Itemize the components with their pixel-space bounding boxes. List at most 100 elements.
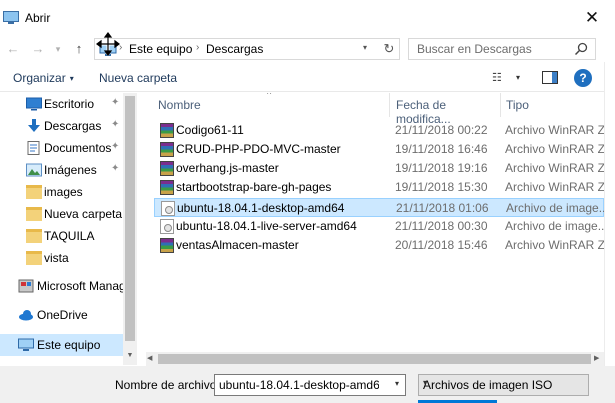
cloud-icon xyxy=(19,310,33,321)
sidebar-item-nueva-carpeta[interactable]: Nueva carpeta (2 xyxy=(0,203,124,225)
navigation-pane: Escritorio ✦ Descargas ✦ Documentos ✦ Im… xyxy=(0,93,136,363)
file-row[interactable]: ventasAlmacen-master 20/11/2018 15:46 Ar… xyxy=(154,236,604,255)
sidebar-item-este-equipo[interactable]: Este equipo xyxy=(0,334,124,356)
file-row[interactable]: startbootstrap-bare-gh-pages 19/11/2018 … xyxy=(154,178,604,197)
pin-icon: ✦ xyxy=(111,97,120,108)
file-name: ubuntu-18.04.1-desktop-amd64 xyxy=(177,201,345,215)
chevron-down-icon: ▾ xyxy=(423,378,428,387)
column-header-date[interactable]: Fecha de modifica... xyxy=(390,93,500,126)
sidebar-item-label: images xyxy=(44,185,83,199)
forward-button[interactable]: → xyxy=(29,39,47,59)
desktop-icon xyxy=(26,97,42,111)
sidebar-item-label: Escritorio xyxy=(44,97,95,111)
preview-pane-icon[interactable] xyxy=(542,71,558,84)
sidebar-item-documentos[interactable]: Documentos ✦ xyxy=(0,137,124,159)
sidebar-item-label: OneDrive xyxy=(37,308,88,322)
file-name: startbootstrap-bare-gh-pages xyxy=(176,180,332,194)
file-row[interactable]: ubuntu-18.04.1-live-server-amd64 21/11/2… xyxy=(154,217,604,236)
search-icon[interactable] xyxy=(574,42,588,56)
pin-icon: ✦ xyxy=(111,163,120,174)
sidebar-item-microsoft-manage[interactable]: Microsoft Manage xyxy=(0,275,124,297)
folder-icon xyxy=(26,207,42,221)
recent-locations-button[interactable]: ▾ xyxy=(52,39,64,59)
sidebar-item-taquila[interactable]: TAQUILA xyxy=(0,225,124,247)
chevron-down-icon[interactable]: ▾ xyxy=(516,73,520,82)
file-row[interactable]: overhang.js-master 19/11/2018 19:16 Arch… xyxy=(154,159,604,178)
up-button[interactable]: ↑ xyxy=(70,39,88,59)
chevron-down-icon[interactable]: ▾ xyxy=(395,379,399,388)
file-date: 21/11/2018 00:30 xyxy=(395,219,488,233)
address-bar[interactable]: › Este equipo › Descargas ▾ ↻ xyxy=(94,38,400,60)
close-button[interactable]: ✕ xyxy=(578,6,606,30)
sidebar-item-label: Nueva carpeta (2 xyxy=(44,207,124,221)
file-type: Archivo WinRAR Z xyxy=(505,161,604,175)
sidebar-item-escritorio[interactable]: Escritorio ✦ xyxy=(0,93,124,115)
sidebar-item-label: vista xyxy=(44,251,69,265)
scroll-right-icon[interactable]: ▶ xyxy=(594,354,599,362)
file-type: Archivo WinRAR Z xyxy=(505,123,604,137)
folder-icon xyxy=(26,229,42,243)
sidebar-item-images[interactable]: images xyxy=(0,181,124,203)
sidebar-item-label: Documentos xyxy=(44,141,112,155)
organize-label: Organizar xyxy=(13,71,66,85)
organize-button[interactable]: Organizar ▾ xyxy=(13,71,74,85)
pin-icon: ✦ xyxy=(111,119,120,130)
address-history-chevron-icon[interactable]: ▾ xyxy=(363,43,367,52)
column-header-type[interactable]: Tipo xyxy=(501,93,604,117)
office-icon xyxy=(18,279,34,293)
winrar-icon xyxy=(160,142,174,157)
file-row[interactable]: Codigo61-11 21/11/2018 00:22 Archivo Win… xyxy=(154,121,604,140)
filename-bar: Nombre de archivo: ▾ Archivos de imagen … xyxy=(0,366,615,403)
breadcrumb-separator-icon: › xyxy=(196,42,200,53)
move-cursor-icon xyxy=(96,32,120,56)
search-placeholder: Buscar en Descargas xyxy=(417,42,532,56)
file-type: Archivo WinRAR Z xyxy=(505,238,604,252)
file-row-selected[interactable]: ubuntu-18.04.1-desktop-amd64 21/11/2018 … xyxy=(154,198,604,217)
file-name: ventasAlmacen-master xyxy=(176,238,299,252)
file-type: Archivo WinRAR Z xyxy=(505,142,604,156)
navigation-scrollbar-thumb[interactable] xyxy=(125,96,135,341)
sidebar-item-onedrive[interactable]: OneDrive xyxy=(0,304,124,326)
computer-icon xyxy=(18,338,34,351)
download-arrow-icon xyxy=(28,119,40,132)
help-icon[interactable]: ? xyxy=(574,69,592,87)
folder-icon xyxy=(26,185,42,199)
file-date: 19/11/2018 15:30 xyxy=(395,180,488,194)
file-date: 20/11/2018 15:46 xyxy=(395,238,488,252)
pin-icon: ✦ xyxy=(111,141,120,152)
sidebar-item-vista[interactable]: vista xyxy=(0,247,124,269)
file-date: 21/11/2018 00:22 xyxy=(395,123,488,137)
breadcrumb-este-equipo[interactable]: Este equipo xyxy=(129,42,192,56)
file-date: 19/11/2018 16:46 xyxy=(395,142,488,156)
file-type: Archivo WinRAR Z xyxy=(505,180,604,194)
sidebar-item-descargas[interactable]: Descargas ✦ xyxy=(0,115,124,137)
winrar-icon xyxy=(160,180,174,195)
view-options-icon[interactable]: ☷ xyxy=(492,71,502,84)
column-header-name[interactable]: Nombre xyxy=(146,93,389,117)
sidebar-item-label: TAQUILA xyxy=(44,229,95,243)
file-type-select[interactable]: Archivos de imagen ISO ▾ xyxy=(418,374,589,396)
horizontal-scrollbar-thumb[interactable] xyxy=(158,354,591,364)
new-folder-button[interactable]: Nueva carpeta xyxy=(99,71,177,85)
refresh-icon[interactable]: ↻ xyxy=(381,41,397,57)
pane-divider xyxy=(604,62,605,366)
file-row[interactable]: CRUD-PHP-PDO-MVC-master 19/11/2018 16:46… xyxy=(154,140,604,159)
command-toolbar: Organizar ▾ Nueva carpeta ☷ ▾ ? xyxy=(0,64,604,92)
filename-input[interactable] xyxy=(219,378,379,392)
scroll-left-icon[interactable]: ◀ xyxy=(147,354,152,362)
sidebar-item-label: Este equipo xyxy=(37,338,101,352)
pictures-icon xyxy=(26,163,42,177)
search-input[interactable]: Buscar en Descargas xyxy=(408,38,596,60)
title-bar: Abrir ✕ xyxy=(0,0,615,36)
chevron-down-icon: ▾ xyxy=(69,74,74,83)
breadcrumb-descargas[interactable]: Descargas xyxy=(206,42,263,56)
close-icon: ✕ xyxy=(584,8,600,27)
winrar-icon xyxy=(160,123,174,138)
back-button[interactable]: ← xyxy=(4,39,22,59)
filename-field[interactable]: ▾ xyxy=(214,374,406,396)
scroll-down-icon[interactable]: ▼ xyxy=(124,352,136,359)
navigation-bar: ← → ▾ ↑ › Este equipo › Descargas ▾ ↻ Bu… xyxy=(0,36,615,62)
file-date: 19/11/2018 19:16 xyxy=(395,161,488,175)
file-name: ubuntu-18.04.1-live-server-amd64 xyxy=(176,219,357,233)
sidebar-item-imagenes[interactable]: Imágenes ✦ xyxy=(0,159,124,181)
